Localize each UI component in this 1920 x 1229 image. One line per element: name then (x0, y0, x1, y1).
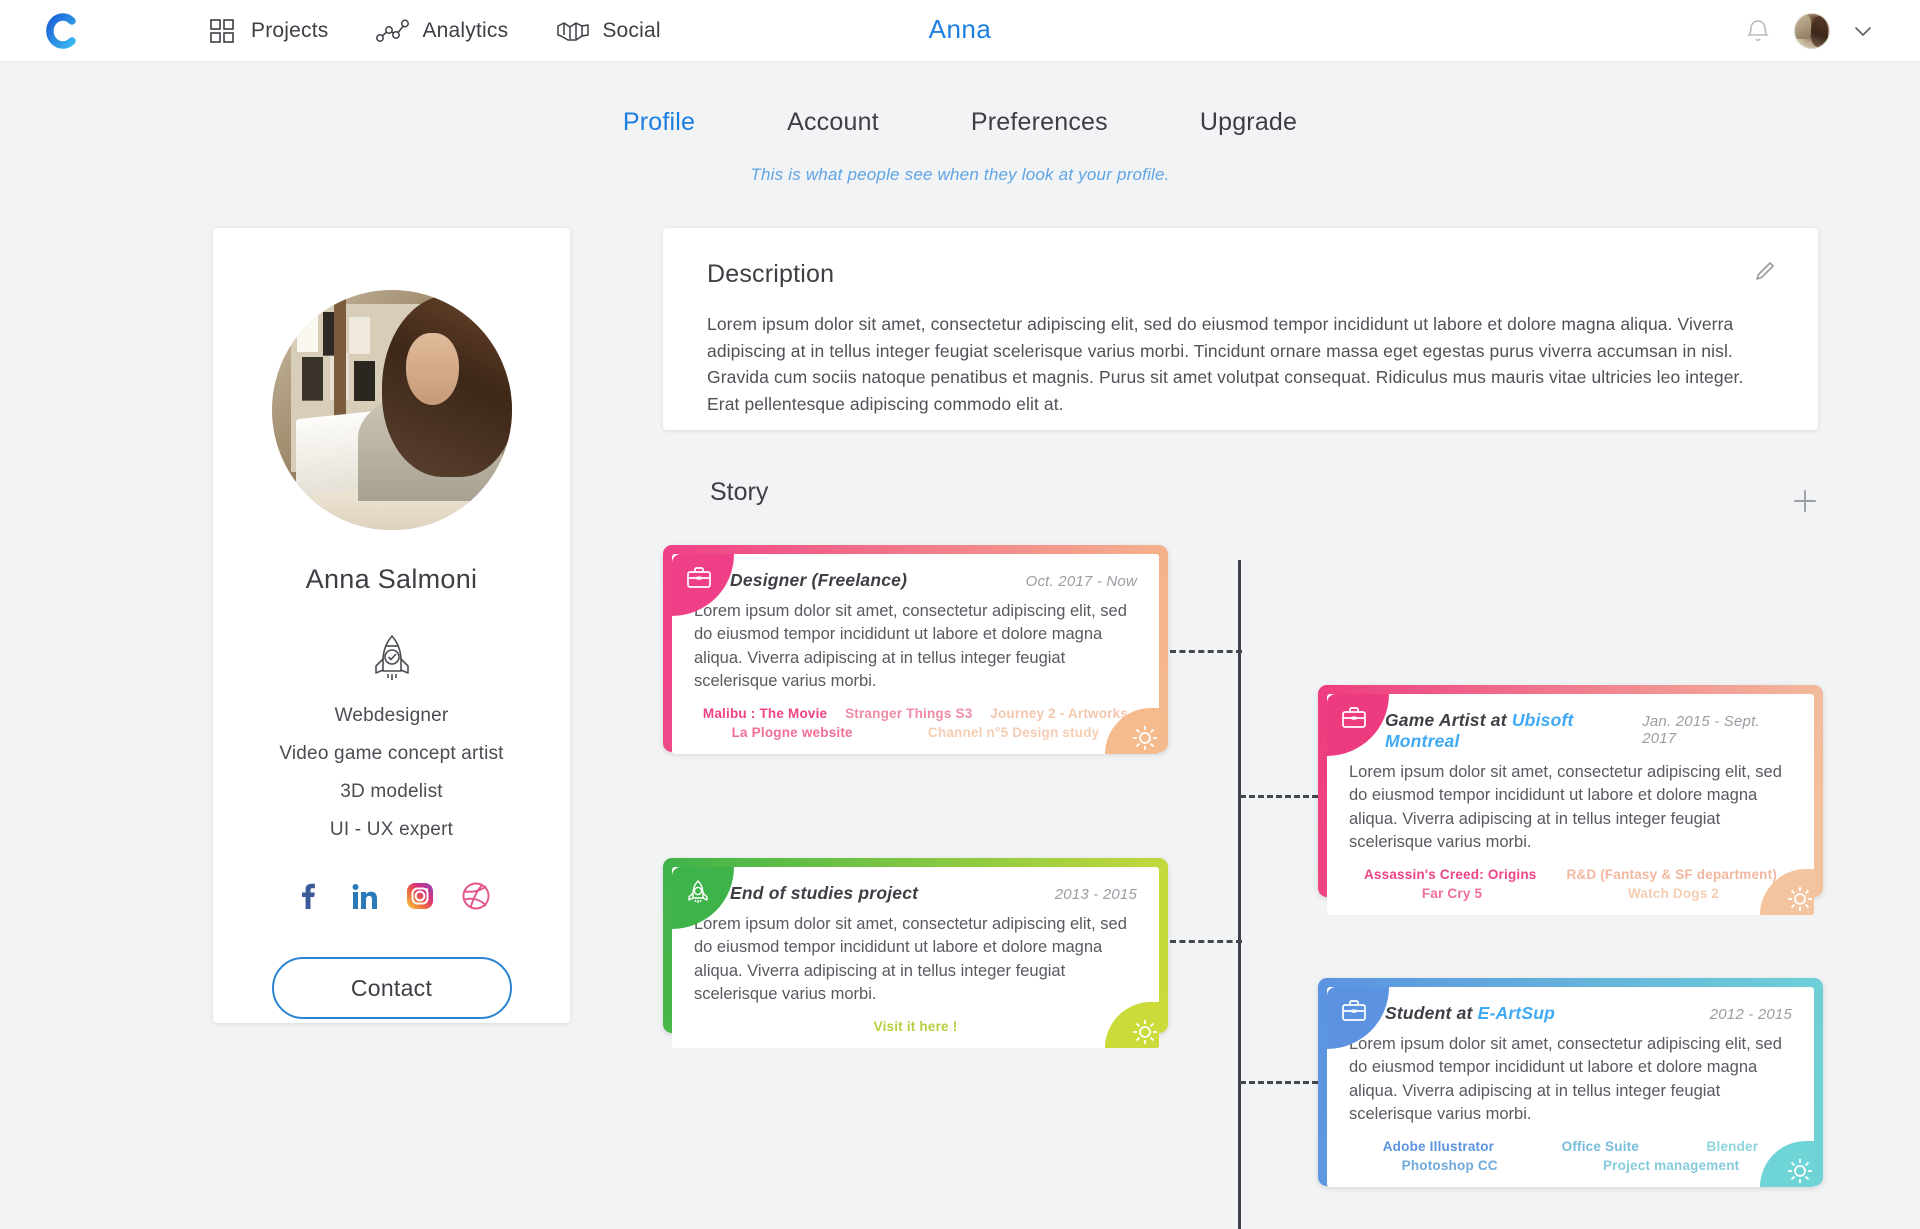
tab-profile[interactable]: Profile (577, 108, 741, 137)
profile-role-3: UI - UX expert (329, 819, 454, 840)
story-tag[interactable]: Photoshop CC (1402, 1158, 1498, 1173)
story-tag[interactable]: Blender (1707, 1139, 1759, 1154)
timeline-connector-2 (1240, 795, 1318, 798)
story-card-tags: Malibu : The Movie Stranger Things S3 Jour… (694, 706, 1137, 740)
story-tag[interactable]: La Plogne website (732, 725, 853, 740)
story-tag[interactable]: Stranger Things S3 (845, 706, 972, 721)
story-card-tags: Assassin's Creed: Origins R&D (Fantasy & … (1349, 867, 1792, 901)
pencil-icon[interactable] (1754, 260, 1776, 282)
contact-button[interactable]: Contact (271, 957, 512, 1019)
story-tag-row: Malibu : The Movie Stranger Things S3 Jour… (694, 706, 1137, 721)
story-card-date: Jan. 2015 - Sept. 2017 (1642, 713, 1760, 747)
story-card-org[interactable]: Ubisoft Montreal (1385, 710, 1574, 751)
timeline-connector-1 (1170, 650, 1242, 653)
story-card-body: Lorem ipsum dolor sit amet, consectetur … (1349, 763, 1782, 852)
story-card-date: 2013 - 2015 (1054, 886, 1137, 903)
gear-icon[interactable] (1127, 720, 1163, 756)
story-tag[interactable]: Office Suite (1562, 1139, 1639, 1154)
story-card-tags: Visit it here ! (694, 1019, 1137, 1034)
story-card-title: Designer (Freelance) (730, 570, 908, 590)
story-tag[interactable]: Assassin's Creed: Origins (1364, 867, 1537, 882)
story-card-header: Designer (Freelance) Oct. 2017 - Now (694, 570, 1137, 591)
story-card-header: Student at E-ArtSup 2012 - 2015 (1349, 1003, 1792, 1024)
story-card-inner: Designer (Freelance) Oct. 2017 - Now Lor… (672, 554, 1159, 754)
description-title: Description (707, 260, 835, 288)
story-card-inner: Student at E-ArtSup 2012 - 2015 Lorem ip… (1327, 987, 1814, 1187)
story-tag[interactable]: Watch Dogs 2 (1628, 886, 1719, 901)
rocket-icon (369, 633, 415, 683)
dribbble-icon[interactable] (461, 881, 491, 911)
rocket-icon (686, 879, 710, 910)
profile-name: Anna Salmoni (305, 564, 478, 594)
story-card-tags: Adobe Illustrator Office Suite Blender Phot… (1349, 1139, 1792, 1173)
story-tag[interactable]: Visit it here ! (874, 1019, 958, 1034)
story-card-inner: Game Artist at Ubisoft Montreal Jan. 201… (1327, 694, 1814, 915)
story-card-end-of-studies[interactable]: End of studies project 2013 - 2015 Lorem… (663, 858, 1168, 1048)
story-card-header: Game Artist at Ubisoft Montreal Jan. 201… (1349, 710, 1792, 752)
instagram-icon[interactable] (405, 881, 435, 911)
gear-icon[interactable] (1127, 1014, 1163, 1050)
description-body: Lorem ipsum dolor sit amet, consectetur … (707, 314, 1744, 414)
nav-right-cluster (1746, 0, 1874, 62)
story-card-title: Game Artist at Ubisoft Montreal (1385, 710, 1574, 751)
page-title: Anna (928, 14, 992, 44)
profile-tabs: Profile Account Preferences Upgrade (0, 108, 1920, 137)
story-card-body: Lorem ipsum dolor sit amet, consectetur … (694, 602, 1127, 691)
briefcase-icon (1341, 706, 1367, 735)
story-card-title: End of studies project (730, 883, 919, 903)
story-card-student-eartsup[interactable]: Student at E-ArtSup 2012 - 2015 Lorem ip… (1318, 978, 1823, 1187)
story-tag-row: Far Cry 5 Watch Dogs 2 (1349, 886, 1792, 901)
story-title: Story (710, 478, 769, 506)
social-links (293, 881, 491, 911)
profile-role-1: Video game concept artist (279, 743, 504, 764)
tab-preferences[interactable]: Preferences (925, 108, 1154, 137)
story-card-designer-freelance[interactable]: Designer (Freelance) Oct. 2017 - Now Lor… (663, 545, 1168, 754)
story-card-body: Lorem ipsum dolor sit amet, consectetur … (694, 915, 1127, 1004)
story-tag[interactable]: Malibu : The Movie (703, 706, 827, 721)
story-tag[interactable]: Far Cry 5 (1422, 886, 1482, 901)
briefcase-icon (686, 566, 712, 595)
story-tag[interactable]: Project management (1603, 1158, 1739, 1173)
briefcase-icon (1341, 999, 1367, 1028)
story-card-game-artist-ubisoft[interactable]: Game Artist at Ubisoft Montreal Jan. 201… (1318, 685, 1823, 915)
story-tag-row: Assassin's Creed: Origins R&D (Fantasy & … (1349, 867, 1792, 882)
story-card-header: End of studies project 2013 - 2015 (694, 883, 1137, 904)
story-tag-row: Photoshop CC Project management (1349, 1158, 1792, 1173)
chevron-down-icon[interactable] (1852, 20, 1874, 42)
linkedin-icon[interactable] (349, 881, 379, 911)
tabs-subtitle: This is what people see when they look a… (750, 165, 1170, 184)
tab-upgrade[interactable]: Upgrade (1154, 108, 1343, 137)
gear-icon[interactable] (1782, 881, 1818, 917)
timeline-axis (1238, 560, 1241, 1229)
story-card-date: 2012 - 2015 (1709, 1006, 1792, 1023)
story-tag[interactable]: Journey 2 - Artworks (990, 706, 1128, 721)
story-card-inner: End of studies project 2013 - 2015 Lorem… (672, 867, 1159, 1048)
plus-icon[interactable] (1792, 488, 1818, 514)
story-card-title: Student at E-ArtSup (1385, 1003, 1556, 1023)
story-card-date: Oct. 2017 - Now (1025, 573, 1137, 590)
profile-card: Anna Salmoni Webdesigner Video game conc… (213, 228, 570, 1023)
story-tag-row: Adobe Illustrator Office Suite Blender (1349, 1139, 1792, 1154)
profile-role-0: Webdesigner (334, 705, 449, 726)
story-card-org[interactable]: E-ArtSup (1478, 1003, 1555, 1023)
story-tag[interactable]: R&D (Fantasy & SF department) (1566, 867, 1777, 882)
avatar[interactable] (1794, 13, 1830, 49)
timeline-connector-4 (1240, 1081, 1318, 1084)
timeline-connector-3 (1170, 940, 1242, 943)
story-tag-row: La Plogne website Channel n°5 Design stud… (694, 725, 1137, 740)
bell-icon[interactable] (1746, 17, 1772, 45)
facebook-icon[interactable] (293, 881, 323, 911)
story-tag[interactable]: Channel n°5 Design study (928, 725, 1099, 740)
tab-account[interactable]: Account (741, 108, 925, 137)
gear-icon[interactable] (1782, 1153, 1818, 1189)
story-card-body: Lorem ipsum dolor sit amet, consectetur … (1349, 1035, 1782, 1124)
profile-photo (271, 290, 512, 530)
description-card: Description Lorem ipsum dolor sit amet, … (663, 228, 1818, 430)
profile-role-2: 3D modelist (340, 781, 443, 802)
top-navigation-bar: Projects Analytics Social Anna (0, 0, 1920, 62)
story-tag[interactable]: Adobe Illustrator (1383, 1139, 1494, 1154)
story-tag-row: Visit it here ! (694, 1019, 1137, 1034)
